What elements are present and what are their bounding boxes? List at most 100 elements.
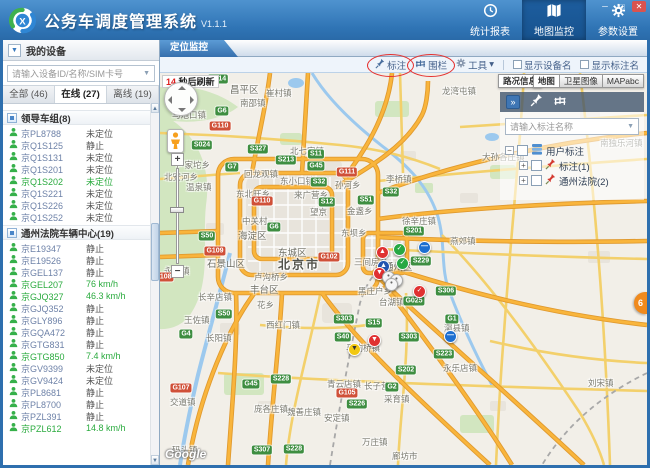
device-tab[interactable]: 在线 (27) [55, 86, 107, 103]
chevron-down-icon: ▾ [489, 59, 494, 70]
device-tab[interactable]: 全部 (46) [3, 86, 55, 103]
tree-node[interactable]: −用户标注 [505, 143, 639, 158]
annotate-button[interactable]: 标注 [375, 58, 406, 72]
vehicle-row[interactable]: 京PL8788未定位 [3, 127, 151, 139]
nav-map[interactable]: 地图监控 [522, 0, 586, 40]
vehicle-row[interactable]: 京PL8700静止 [3, 398, 151, 410]
vehicle-row[interactable]: 京GV9424未定位 [3, 374, 151, 386]
annotation-search-input[interactable]: 请输入标注名称 ▼ [505, 118, 639, 135]
zoom-in-button[interactable]: + [171, 153, 184, 166]
vehicle-marker[interactable]: — [418, 241, 431, 254]
vehicle-marker[interactable]: ✓ [393, 243, 406, 256]
tree-checkbox[interactable] [531, 160, 542, 171]
pan-left-icon[interactable] [168, 96, 172, 104]
device-search-input[interactable]: 请输入设备ID/名称/SIM卡号 ▼ [7, 65, 155, 82]
device-list-scrollbar[interactable]: ▲ ▼ [150, 103, 159, 465]
map-type-button[interactable]: 卫星图像 [560, 74, 603, 88]
vehicle-row[interactable]: 京Q1S252未定位 [3, 211, 151, 223]
vehicle-row[interactable]: 京Q1S202未定位 [3, 175, 151, 187]
vehicle-row[interactable]: 京PZL391静止 [3, 410, 151, 422]
group-toggle-icon[interactable] [7, 228, 17, 238]
vehicle-status: 未定位 [86, 211, 113, 224]
show-annotation-name-checkbox[interactable]: 显示标注名 [580, 58, 639, 72]
vehicle-row[interactable]: 京Q1S125静止 [3, 139, 151, 151]
app-window: X 公务车调度管理系统V1.1.1 统计报表地图监控参数设置 ─ □ ✕ ▼ 我… [0, 0, 650, 468]
vehicle-row[interactable]: 京E19526静止 [3, 254, 151, 266]
vehicle-row[interactable]: 京PL8681静止 [3, 386, 151, 398]
vehicle-row[interactable]: 京E19347静止 [3, 242, 151, 254]
fence-icon[interactable] [553, 93, 567, 111]
vehicle-marker[interactable]: — [444, 330, 457, 343]
device-group-header[interactable]: 领导车组(8) [3, 110, 151, 125]
sidebar-header: ▼ 我的设备 [3, 40, 159, 61]
vehicle-marker[interactable]: ▼ [348, 343, 361, 356]
pan-right-icon[interactable] [190, 96, 194, 104]
scroll-down-icon[interactable]: ▼ [151, 455, 159, 465]
close-button[interactable]: ✕ [632, 1, 646, 12]
tab-strip: 定位监控 [160, 40, 647, 57]
zoom-slider-track[interactable] [176, 168, 179, 264]
sidebar-collapse-icon[interactable]: ▼ [8, 44, 21, 57]
vehicle-row[interactable]: 京PZL61214.8 km/h [3, 422, 151, 434]
person-icon [9, 208, 18, 226]
scrollbar-thumb[interactable] [151, 223, 159, 281]
group-toggle-icon[interactable] [7, 113, 17, 123]
vehicle-marker[interactable]: • [385, 278, 398, 291]
tree-expander-icon[interactable]: + [519, 161, 528, 170]
panel-collapse-icon[interactable]: » [506, 95, 520, 109]
map-canvas[interactable]: 昌平区崔村镇南邵镇马池口镇龙湾屯镇山东庄镇南独乐河镇大孙各庄镇北七家镇东小口镇回… [160, 73, 647, 465]
map-type-button[interactable]: MAPabc [603, 74, 644, 88]
checkbox-icon[interactable] [580, 60, 589, 69]
zoom-slider-handle[interactable] [170, 207, 184, 213]
vehicle-row[interactable]: 京GTG831静止 [3, 338, 151, 350]
vehicle-row[interactable]: 京GLY896静止 [3, 314, 151, 326]
map-icon [546, 3, 562, 21]
vehicle-row[interactable]: 京GEL137静止 [3, 266, 151, 278]
tree-checkbox[interactable] [531, 175, 542, 186]
vehicle-row[interactable]: 京GV9399未定位 [3, 362, 151, 374]
tree-label: 标注(1) [559, 159, 590, 173]
vehicle-row[interactable]: 京GEL20776 km/h [3, 278, 151, 290]
vehicle-row[interactable]: 京Q1S131未定位 [3, 151, 151, 163]
pan-down-icon[interactable] [178, 108, 186, 112]
nav-clock[interactable]: 统计报表 [458, 0, 522, 40]
vehicle-row[interactable]: 京GJQ32746.3 km/h [3, 290, 151, 302]
map-pan-control[interactable] [164, 82, 198, 116]
maximize-button[interactable]: □ [615, 1, 629, 12]
vehicle-row[interactable]: 京Q1S221未定位 [3, 187, 151, 199]
vehicle-status: 静止 [86, 338, 104, 351]
scroll-up-icon[interactable]: ▲ [151, 103, 159, 113]
vehicle-row[interactable]: 京Q1S201未定位 [3, 163, 151, 175]
vehicle-marker[interactable]: ✓ [413, 285, 426, 298]
vehicle-marker[interactable]: ▼ [368, 334, 381, 347]
show-device-name-checkbox[interactable]: 显示设备名 [513, 58, 572, 72]
pushpin-icon[interactable] [530, 93, 543, 112]
tools-button[interactable]: 工具 ▾ [456, 58, 494, 72]
tree-expander-icon[interactable]: − [505, 146, 514, 155]
street-view-pegman[interactable] [167, 129, 184, 153]
chevron-down-icon[interactable]: ▼ [627, 123, 634, 130]
tree-checkbox[interactable] [517, 145, 528, 156]
fence-button[interactable]: 围栏 [415, 58, 447, 72]
pan-up-icon[interactable] [178, 86, 186, 90]
annotation-search-placeholder: 请输入标注名称 [510, 120, 627, 133]
tree-node[interactable]: + 标注(1) [505, 158, 639, 173]
vehicle-row[interactable]: 京Q1S226未定位 [3, 199, 151, 211]
vehicle-row[interactable]: 京GQA472静止 [3, 326, 151, 338]
tree-node[interactable]: +通州法院(2) [505, 173, 639, 188]
tab-location-monitor[interactable]: 定位监控 [160, 40, 238, 57]
vehicle-row[interactable]: 京GJQ352静止 [3, 302, 151, 314]
tree-expander-icon[interactable]: + [519, 176, 528, 185]
map-type-button[interactable]: 地图 [533, 74, 560, 88]
chevron-down-icon[interactable]: ▼ [143, 70, 150, 77]
vehicle-status: 静止 [86, 266, 104, 279]
minimize-button[interactable]: ─ [598, 1, 612, 12]
device-group-header[interactable]: 通州法院车辆中心(19) [3, 225, 151, 240]
device-tab[interactable]: 离线 (19) [107, 86, 159, 103]
vehicle-marker[interactable]: ✓ [396, 257, 409, 270]
checkbox-icon[interactable] [513, 60, 522, 69]
vehicle-marker[interactable]: ▲ [376, 246, 389, 259]
zoom-out-button[interactable]: − [171, 265, 184, 278]
annotation-tree: −用户标注 + 标注(1)+通州法院(2) [505, 143, 639, 188]
vehicle-row[interactable]: 京GTG8507.4 km/h [3, 350, 151, 362]
